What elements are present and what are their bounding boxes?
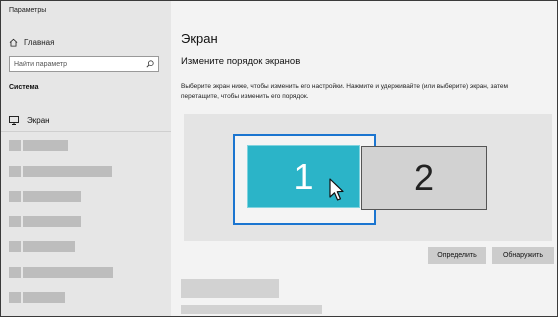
- sidebar-item-label-placeholder[interactable]: [23, 241, 75, 252]
- display-arrangement-area[interactable]: 1 2: [184, 114, 552, 241]
- sidebar-item-label-placeholder[interactable]: [23, 140, 68, 151]
- mouse-cursor-icon: [329, 178, 344, 201]
- search-icon[interactable]: [146, 60, 154, 68]
- sidebar-item-label-placeholder[interactable]: [23, 166, 112, 177]
- sidebar-item-label-placeholder[interactable]: [23, 267, 113, 278]
- monitor-2[interactable]: 2: [361, 146, 487, 210]
- identify-button[interactable]: Обнаружить: [492, 247, 554, 264]
- sidebar-item-icon-placeholder[interactable]: [9, 241, 21, 252]
- sidebar-item-label-placeholder[interactable]: [23, 191, 81, 202]
- sidebar-item-screen-label: Экран: [27, 115, 50, 125]
- sidebar-item-home[interactable]: Главная: [9, 36, 54, 48]
- detect-button[interactable]: Определить: [428, 247, 486, 264]
- sidebar-item-label-placeholder[interactable]: [23, 216, 81, 227]
- sidebar-section-title: Система: [9, 84, 39, 91]
- sidebar-item-icon-placeholder[interactable]: [9, 267, 21, 278]
- sidebar: Параметры Главная Система Экран: [1, 1, 171, 316]
- setting-control-placeholder[interactable]: [181, 305, 322, 314]
- sidebar-item-screen[interactable]: Экран: [9, 114, 50, 126]
- sidebar-item-icon-placeholder[interactable]: [9, 166, 21, 177]
- search-box: [9, 56, 159, 72]
- description-text: Выберите экран ниже, чтобы изменить его …: [181, 83, 508, 100]
- section-heading: Измените порядок экранов: [181, 56, 301, 67]
- sidebar-item-icon-placeholder[interactable]: [9, 191, 21, 202]
- app-title: Параметры: [9, 7, 47, 14]
- search-input[interactable]: [14, 58, 139, 70]
- page-title: Экран: [181, 31, 218, 46]
- sidebar-item-icon-placeholder[interactable]: [9, 216, 21, 227]
- sidebar-item-label-placeholder[interactable]: [23, 292, 65, 303]
- sidebar-divider: [1, 131, 171, 132]
- setting-label-placeholder: [181, 279, 279, 298]
- sidebar-item-icon-placeholder[interactable]: [9, 292, 21, 303]
- home-icon: [9, 38, 18, 47]
- monitor-icon: [9, 115, 19, 125]
- sidebar-item-icon-placeholder[interactable]: [9, 140, 21, 151]
- sidebar-item-home-label: Главная: [24, 37, 55, 47]
- settings-window: Параметры Главная Система Экран: [0, 0, 558, 317]
